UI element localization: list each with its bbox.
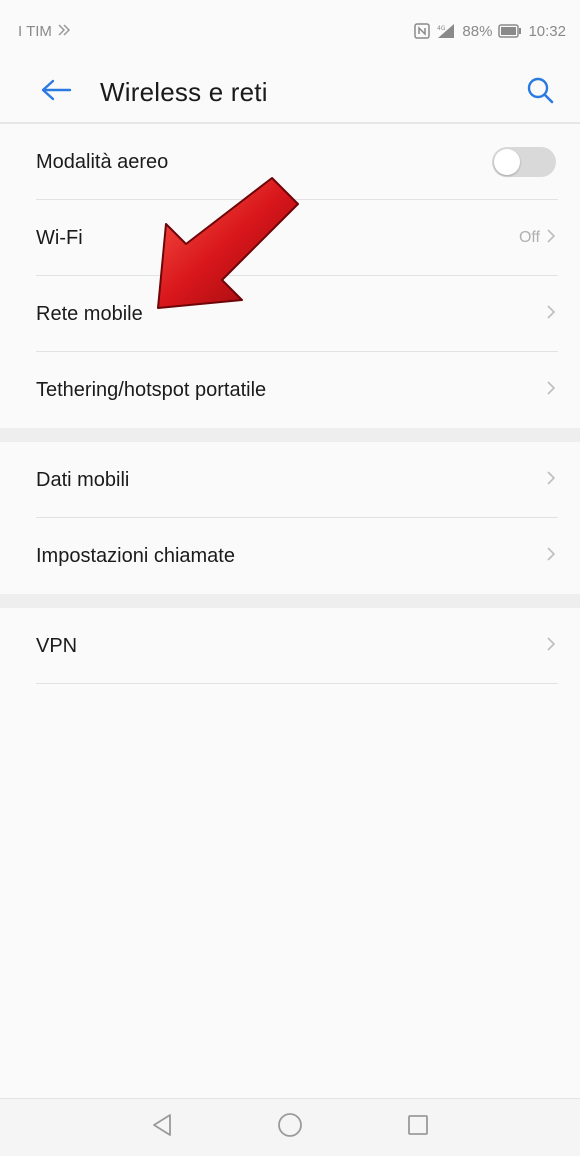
row-control xyxy=(546,352,556,428)
arrow-left-icon xyxy=(40,78,72,107)
list-item-label: Wi-Fi xyxy=(36,226,83,249)
toggle-knob xyxy=(494,149,520,175)
search-button[interactable] xyxy=(512,66,568,118)
list-item-label: Modalità aereo xyxy=(36,150,169,173)
list-item-label: Rete mobile xyxy=(36,302,143,325)
settings-section-vpn: VPN xyxy=(0,608,580,684)
status-left: I TIM xyxy=(18,23,72,40)
chevron-right-icon xyxy=(546,380,556,401)
page-title: Wireless e reti xyxy=(100,76,268,107)
section-divider xyxy=(0,428,580,442)
row-control: Off xyxy=(519,200,556,276)
nav-back-button[interactable] xyxy=(142,1108,182,1148)
battery-percent: 88% xyxy=(462,22,493,40)
row-control xyxy=(546,518,556,594)
status-bar: I TIM 4G 88% 10:32 xyxy=(0,0,580,62)
recents-square-icon xyxy=(406,1113,430,1142)
chevron-right-icon xyxy=(546,636,556,657)
search-icon xyxy=(526,76,554,109)
nav-home-button[interactable] xyxy=(270,1108,310,1148)
list-item-tethering[interactable]: Tethering/hotspot portatile xyxy=(0,352,580,428)
list-item-label: VPN xyxy=(36,634,78,657)
list-item-airplane-mode[interactable]: Modalità aereo xyxy=(0,124,580,200)
status-right: 4G 88% 10:32 xyxy=(414,23,566,40)
list-item-label: Impostazioni chiamate xyxy=(36,544,235,567)
list-item-vpn[interactable]: VPN xyxy=(0,608,580,684)
row-control xyxy=(546,442,556,518)
home-circle-icon xyxy=(277,1112,303,1143)
chevron-right-icon xyxy=(546,228,556,249)
list-item-wifi[interactable]: Wi-Fi Off xyxy=(0,200,580,276)
section-divider xyxy=(0,594,580,608)
nav-recents-button[interactable] xyxy=(398,1108,438,1148)
system-nav-bar xyxy=(0,1098,580,1156)
chevron-right-icon xyxy=(546,470,556,491)
list-item-label: Tethering/hotspot portatile xyxy=(36,378,267,401)
carrier-name: I TIM xyxy=(18,22,52,40)
row-control xyxy=(492,124,556,200)
settings-section-connections: Modalità aereo Wi-Fi Off Rete mobile Tet… xyxy=(0,124,580,428)
list-item-mobile-network[interactable]: Rete mobile xyxy=(0,276,580,352)
app-bar: Wireless e reti xyxy=(0,62,580,122)
wifi-status-value: Off xyxy=(518,229,540,246)
clock: 10:32 xyxy=(528,22,566,40)
back-button[interactable] xyxy=(26,66,86,118)
battery-icon xyxy=(498,24,522,38)
settings-section-mobile: Dati mobili Impostazioni chiamate xyxy=(0,442,580,594)
airplane-mode-toggle[interactable] xyxy=(492,147,556,177)
svg-text:4G: 4G xyxy=(437,25,446,32)
list-item-call-settings[interactable]: Impostazioni chiamate xyxy=(0,518,580,594)
row-control xyxy=(546,276,556,352)
chevron-right-icon xyxy=(546,304,556,325)
chevron-right-icon xyxy=(546,546,556,567)
back-triangle-icon xyxy=(151,1113,173,1142)
nfc-icon xyxy=(414,23,431,39)
list-item-mobile-data[interactable]: Dati mobili xyxy=(0,442,580,518)
signal-icon: 4G xyxy=(436,23,456,39)
row-control xyxy=(546,608,556,684)
cast-icon xyxy=(58,23,72,40)
list-item-label: Dati mobili xyxy=(36,468,130,491)
